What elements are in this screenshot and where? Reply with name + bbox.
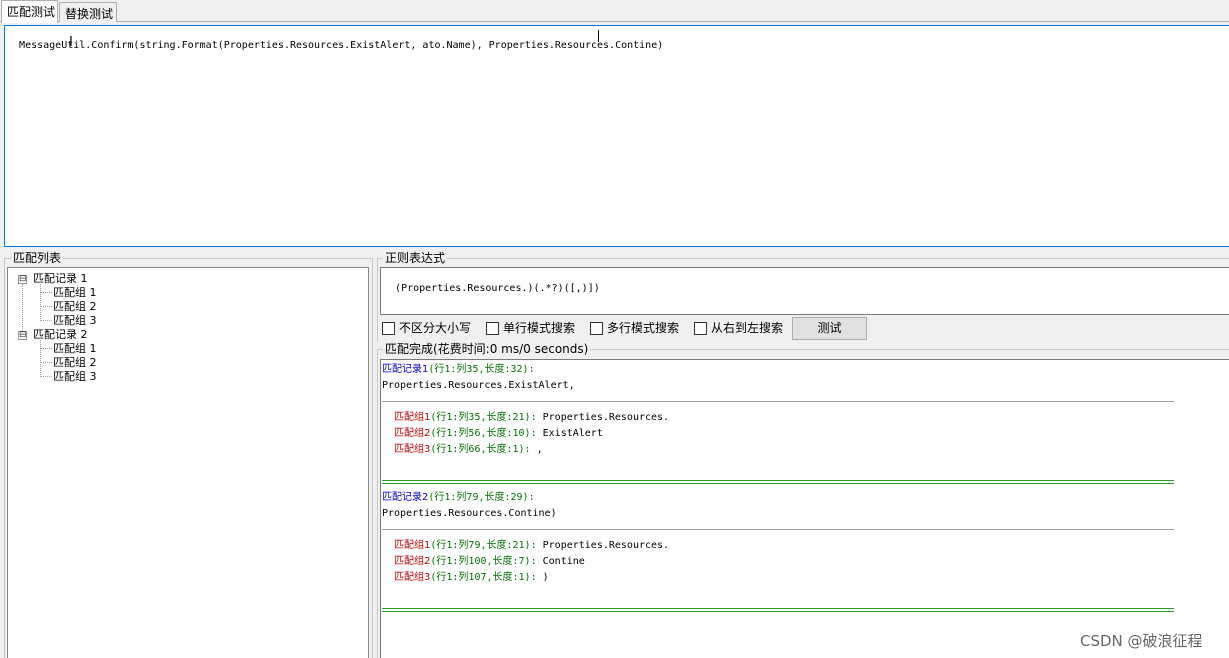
tree-connector-line — [40, 320, 52, 321]
result-group-meta: (行1:列56,长度:10): — [430, 428, 537, 439]
regex-input[interactable]: (Properties.Resources.)(.*?)([,)]) — [380, 267, 1229, 315]
result-group-title: 匹配组3 — [394, 444, 431, 455]
tree-item-group[interactable]: 匹配组 1 — [53, 286, 97, 300]
result-group-title: 匹配组2 — [394, 428, 431, 439]
tree-connector-line — [22, 283, 23, 335]
result-group-line: 匹配组1(行1:列79,长度:21): Properties.Resources… — [394, 539, 669, 553]
tree-connector-line — [40, 284, 41, 321]
result-record-title: 匹配记录1 — [382, 364, 429, 375]
result-record-separator — [382, 608, 1174, 612]
tab-match-test[interactable]: 匹配测试 — [1, 0, 58, 23]
result-group-meta: (行1:列100,长度:7): — [430, 556, 537, 567]
collapse-icon[interactable]: ⊟ — [18, 275, 27, 284]
result-group-line: 匹配组2(行1:列100,长度:7): Contine — [394, 555, 585, 569]
text-caret — [598, 30, 599, 42]
ignore-case-label: 不区分大小写 — [399, 321, 472, 335]
input-text-area[interactable]: MessageUtil.Confirm(string.Format(Proper… — [4, 25, 1229, 247]
regex-value: (Properties.Resources.)(.*?)([,)]) — [395, 283, 600, 294]
result-group-value: ) — [542, 572, 549, 583]
result-record-header: 匹配记录2(行1:列79,长度:29): — [382, 491, 535, 505]
result-record-title: 匹配记录2 — [382, 492, 429, 503]
tree-item-group[interactable]: 匹配组 3 — [53, 370, 97, 384]
match-list-legend: 匹配列表 — [11, 251, 64, 265]
result-group-value: Properties.Resources. — [542, 540, 670, 551]
result-group-value: ExistAlert — [542, 428, 603, 439]
tree-connector-line — [40, 348, 52, 349]
tree-item-record-1[interactable]: 匹配记录 1 — [33, 272, 88, 286]
tree-item-group[interactable]: 匹配组 3 — [53, 314, 97, 328]
single-line-label: 单行模式搜索 — [503, 321, 576, 335]
collapse-icon[interactable]: ⊟ — [18, 331, 27, 340]
tree-connector-line — [40, 306, 52, 307]
regex-legend: 正则表达式 — [383, 251, 448, 265]
result-group-title: 匹配组2 — [394, 556, 431, 567]
test-button[interactable]: 测试 — [792, 317, 867, 340]
match-tree[interactable]: ⊟ 匹配记录 1 匹配组 1 匹配组 2 匹配组 3 ⊟ 匹配记录 2 匹配组 … — [7, 267, 369, 658]
result-record-separator — [382, 480, 1174, 484]
result-group-line: 匹配组2(行1:列56,长度:10): ExistAlert — [394, 427, 603, 441]
right-to-left-label: 从右到左搜索 — [711, 321, 784, 335]
result-group-value: Contine — [542, 556, 585, 567]
ibeam-cursor-icon: I — [69, 35, 73, 50]
multi-line-checkbox[interactable] — [590, 322, 603, 335]
tree-connector-line — [40, 376, 52, 377]
result-group-value: Properties.Resources. — [542, 412, 670, 423]
result-record-text: Properties.Resources.Contine) — [382, 508, 557, 519]
tree-connector-line — [40, 292, 52, 293]
result-group-title: 匹配组1 — [394, 540, 431, 551]
result-group-value: , — [536, 444, 543, 455]
results-legend: 匹配完成(花费时间:0 ms/0 seconds) — [383, 342, 591, 356]
result-record-header: 匹配记录1(行1:列35,长度:32): — [382, 363, 535, 377]
result-record-meta: (行1:列79,长度:29): — [428, 492, 535, 503]
result-group-title: 匹配组1 — [394, 412, 431, 423]
result-separator — [382, 529, 1174, 530]
result-group-line: 匹配组3(行1:列107,长度:1): ) — [394, 571, 549, 585]
result-record-meta: (行1:列35,长度:32): — [428, 364, 535, 375]
tree-connector-line — [40, 340, 41, 377]
result-group-line: 匹配组1(行1:列35,长度:21): Properties.Resources… — [394, 411, 669, 425]
right-to-left-checkbox[interactable] — [694, 322, 707, 335]
result-group-title: 匹配组3 — [394, 572, 431, 583]
single-line-checkbox[interactable] — [486, 322, 499, 335]
result-separator — [382, 401, 1174, 402]
result-group-meta: (行1:列79,长度:21): — [430, 540, 537, 551]
tab-replace-test[interactable]: 替换测试 — [59, 2, 117, 22]
result-group-meta: (行1:列107,长度:1): — [430, 572, 537, 583]
results-panel[interactable]: 匹配记录1(行1:列35,长度:32): Properties.Resource… — [380, 359, 1229, 658]
watermark: CSDN @破浪征程 — [1080, 632, 1203, 650]
tree-item-record-2[interactable]: 匹配记录 2 — [33, 328, 88, 342]
tree-item-group[interactable]: 匹配组 2 — [53, 300, 97, 314]
ignore-case-checkbox[interactable] — [382, 322, 395, 335]
tree-item-group[interactable]: 匹配组 1 — [53, 342, 97, 356]
tree-connector-line — [40, 362, 52, 363]
multi-line-label: 多行模式搜索 — [607, 321, 680, 335]
tree-item-group[interactable]: 匹配组 2 — [53, 356, 97, 370]
result-record-text: Properties.Resources.ExistAlert, — [382, 380, 575, 391]
tab-bar: 匹配测试 替换测试 — [0, 0, 1229, 23]
result-group-line: 匹配组3(行1:列66,长度:1): , — [394, 443, 543, 457]
result-group-meta: (行1:列35,长度:21): — [430, 412, 537, 423]
input-text: MessageUtil.Confirm(string.Format(Proper… — [19, 40, 664, 51]
result-group-meta: (行1:列66,长度:1): — [430, 444, 531, 455]
